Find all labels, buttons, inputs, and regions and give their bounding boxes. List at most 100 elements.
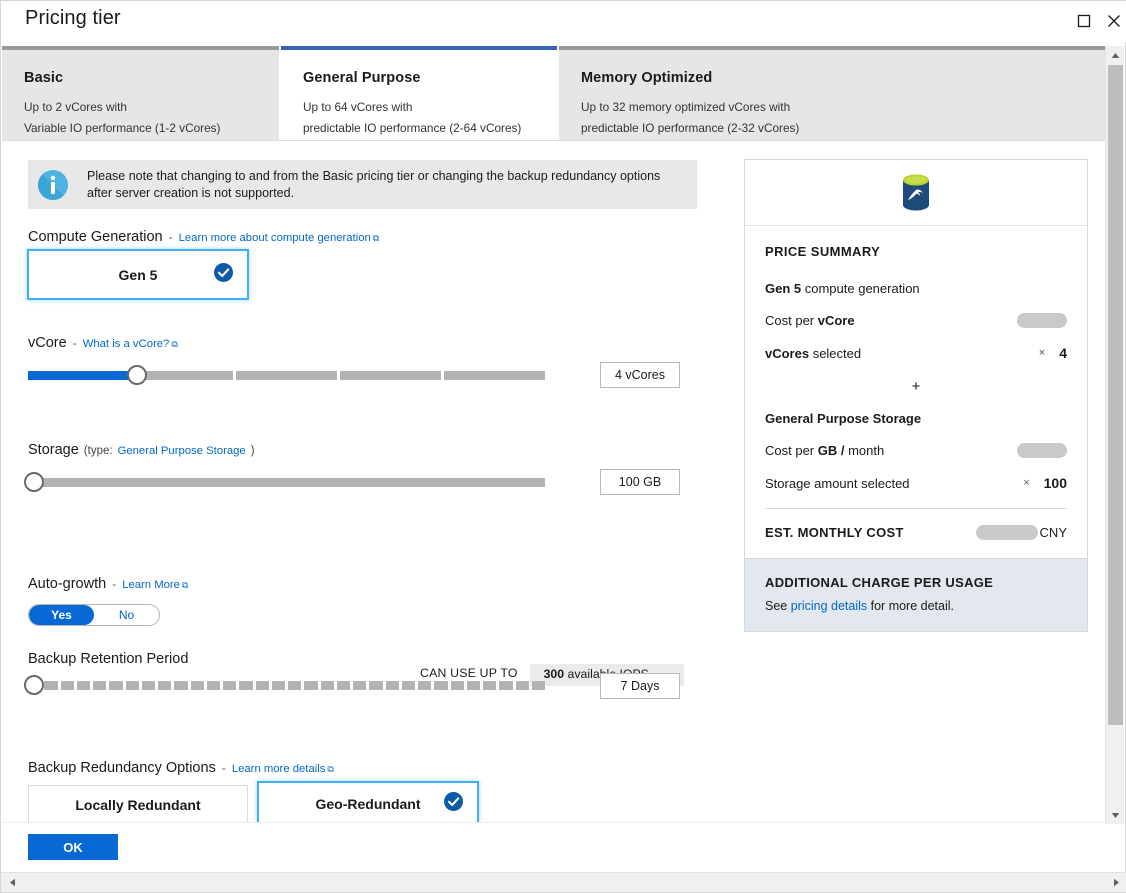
slider-segment[interactable] (28, 371, 129, 380)
backup-retention-slider-thumb[interactable] (24, 675, 44, 695)
slider-segment[interactable] (499, 681, 513, 690)
slider-segment[interactable] (418, 681, 432, 690)
storage-operator: × (1023, 477, 1030, 489)
cost-per-gb-prefix: Cost per (765, 443, 818, 458)
slider-segment[interactable] (336, 681, 350, 690)
horizontal-scrollbar[interactable] (1, 872, 1126, 892)
vcore-value-box: 4 vCores (600, 362, 680, 388)
slider-segment[interactable] (236, 371, 337, 380)
vcore-slider-track[interactable] (28, 371, 545, 380)
vcore-help-link[interactable]: What is a vCore? ⧉ (83, 338, 178, 350)
auto-growth-label-row: Auto-growth - Learn More ⧉ (28, 576, 188, 592)
slider-segment[interactable] (223, 681, 237, 690)
vcore-slider[interactable] (28, 365, 548, 385)
compute-generation-option-gen5[interactable]: Gen 5 (28, 250, 248, 299)
tab-memory-optimized-line2: predictable IO performance (2-32 vCores) (581, 121, 800, 135)
tab-general-purpose-title: General Purpose (303, 70, 421, 86)
slider-segment[interactable] (369, 681, 383, 690)
price-summary-row-cost-per-vcore: Cost per vCore (765, 313, 1067, 328)
tab-memory-optimized[interactable]: Memory Optimized Up to 32 memory optimiz… (559, 46, 1106, 141)
slider-segment[interactable] (76, 681, 90, 690)
slider-segment[interactable] (132, 371, 233, 380)
price-summary-row-vcores-selected: vCores selected × 4 (765, 345, 1067, 361)
slider-segment[interactable] (466, 681, 480, 690)
slider-segment[interactable] (401, 681, 415, 690)
storage-type-suffix: ) (250, 445, 255, 457)
slider-segment[interactable] (60, 681, 74, 690)
additional-charge-text-after: for more detail. (867, 599, 954, 613)
compute-generation-label: Compute Generation (28, 229, 163, 245)
backup-redundancy-label-row: Backup Redundancy Options - Learn more d… (28, 760, 334, 776)
backup-redundancy-option-locally-redundant[interactable]: Locally Redundant (28, 785, 248, 824)
slider-segment[interactable] (320, 681, 334, 690)
slider-segment[interactable] (434, 681, 448, 690)
pricing-tier-window: Pricing tier Basic Up to 2 vCores with V… (0, 0, 1126, 893)
slider-segment[interactable] (158, 681, 172, 690)
auto-growth-toggle[interactable]: Yes No (28, 604, 160, 626)
slider-segment[interactable] (288, 681, 302, 690)
mysql-database-icon (745, 160, 1087, 226)
slider-segment[interactable] (385, 681, 399, 690)
slider-segment[interactable] (239, 681, 253, 690)
cost-per-gb-redacted-value (1017, 443, 1067, 458)
scroll-right-arrow-icon[interactable] (1107, 873, 1125, 892)
slider-segment[interactable] (450, 681, 464, 690)
slider-segment[interactable] (125, 681, 139, 690)
auto-growth-option-yes[interactable]: Yes (29, 605, 94, 625)
compute-generation-option-label: Gen 5 (118, 266, 158, 283)
cost-per-vcore-prefix: Cost per (765, 313, 818, 328)
close-icon[interactable] (1097, 5, 1126, 37)
scroll-down-arrow-icon[interactable] (1106, 806, 1125, 824)
vertical-scrollbar-thumb[interactable] (1108, 65, 1123, 725)
slider-segment[interactable] (353, 681, 367, 690)
backup-retention-slider[interactable] (24, 675, 548, 695)
storage-label: Storage (28, 442, 79, 458)
backup-retention-slider-track[interactable] (28, 681, 545, 690)
tab-basic-line2: Variable IO performance (1-2 vCores) (24, 121, 221, 135)
slider-segment[interactable] (141, 681, 155, 690)
vertical-scrollbar[interactable] (1105, 46, 1124, 824)
auto-growth-option-no[interactable]: No (94, 605, 159, 625)
storage-type-link[interactable]: General Purpose Storage (118, 445, 246, 457)
slider-segment[interactable] (174, 681, 188, 690)
slider-segment[interactable] (483, 681, 497, 690)
ok-button[interactable]: OK (28, 834, 118, 860)
slider-segment[interactable] (271, 681, 285, 690)
tab-memory-optimized-line1: Up to 32 memory optimized vCores with (581, 100, 791, 114)
slider-segment[interactable] (304, 681, 318, 690)
tabs-divider (2, 140, 1106, 141)
price-summary-row-storage-type: General Purpose Storage (765, 411, 1067, 426)
check-circle-icon (214, 262, 233, 287)
slider-segment[interactable] (93, 681, 107, 690)
tab-memory-optimized-title: Memory Optimized (581, 70, 713, 86)
storage-slider-thumb[interactable] (24, 472, 44, 492)
slider-segment[interactable] (44, 681, 58, 690)
storage-slider[interactable] (24, 472, 548, 492)
price-summary-title: PRICE SUMMARY (765, 244, 881, 259)
slider-segment[interactable] (340, 371, 441, 380)
tab-general-purpose[interactable]: General Purpose Up to 64 vCores with pre… (281, 46, 557, 141)
backup-redundancy-option-geo-redundant[interactable]: Geo-Redundant (258, 782, 478, 824)
slider-segment[interactable] (190, 681, 204, 690)
vcore-slider-thumb[interactable] (127, 365, 148, 385)
slider-segment[interactable] (255, 681, 269, 690)
generation-suffix: compute generation (801, 281, 920, 296)
vcore-label: vCore (28, 335, 67, 351)
scroll-left-arrow-icon[interactable] (3, 873, 21, 892)
storage-slider-track[interactable] (28, 478, 545, 487)
slider-segment[interactable] (515, 681, 529, 690)
scroll-up-arrow-icon[interactable] (1106, 46, 1125, 64)
pricing-details-link[interactable]: pricing details (791, 599, 867, 613)
auto-growth-learn-more-link[interactable]: Learn More ⧉ (122, 579, 188, 591)
slider-segment-fill (28, 371, 129, 380)
compute-generation-learn-more-link[interactable]: Learn more about compute generation ⧉ (179, 232, 380, 244)
slider-segment[interactable] (206, 681, 220, 690)
slider-segment[interactable] (109, 681, 123, 690)
slider-segment[interactable] (444, 371, 545, 380)
maximize-icon[interactable] (1067, 5, 1101, 37)
storage-type-name: General Purpose Storage (765, 411, 922, 426)
tab-basic[interactable]: Basic Up to 2 vCores with Variable IO pe… (2, 46, 279, 141)
backup-redundancy-learn-more-link[interactable]: Learn more details ⧉ (232, 763, 334, 775)
tab-basic-title: Basic (24, 70, 64, 86)
slider-segment[interactable] (531, 681, 545, 690)
